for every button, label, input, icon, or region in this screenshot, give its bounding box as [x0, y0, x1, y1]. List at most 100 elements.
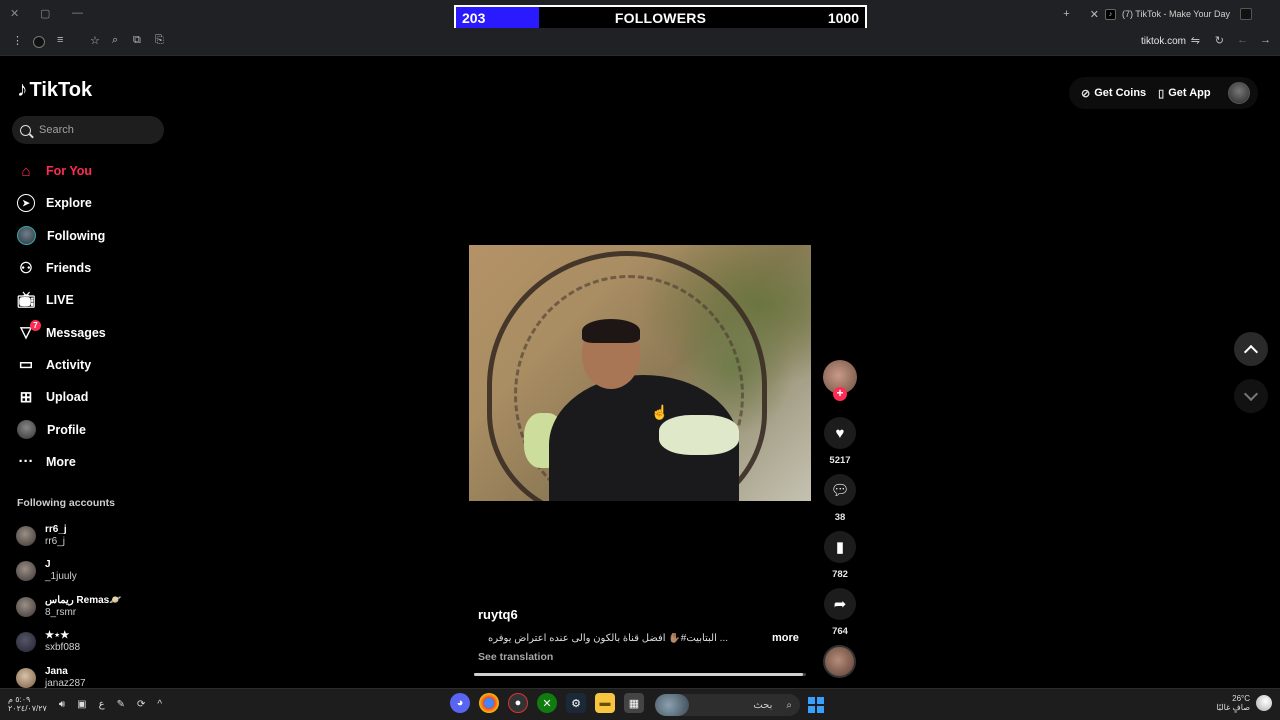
reload-icon[interactable]: ↻	[1215, 34, 1224, 47]
taskbar-search[interactable]: بحث ⌕	[655, 694, 800, 716]
sidebar-item-activity[interactable]: ▭ Activity	[17, 349, 167, 381]
video-progress-fill	[474, 673, 803, 676]
like-action[interactable]: ♥ 5217	[822, 417, 858, 466]
comment-action[interactable]: 💬︎ 38	[822, 474, 858, 523]
sidebar-item-upload[interactable]: ⊞ Upload	[17, 381, 167, 413]
video-progress-bar[interactable]	[474, 673, 806, 676]
avatar	[16, 525, 36, 546]
search-icon: ⌕	[786, 699, 792, 711]
search-input[interactable]	[39, 124, 149, 136]
video-player[interactable]	[469, 245, 811, 501]
zoom-icon[interactable]: ⌕	[112, 34, 118, 47]
maximize-icon[interactable]: ▢	[40, 7, 50, 20]
chevron-up-icon	[1243, 344, 1259, 359]
sidebar-item-label: LIVE	[46, 293, 74, 308]
back-icon[interactable]: →	[1260, 34, 1271, 46]
tab-close-icon[interactable]: ✕	[1090, 8, 1099, 21]
install-app-icon[interactable]: ⎘	[155, 34, 164, 47]
new-tab-icon[interactable]: +	[1063, 8, 1069, 20]
steam-icon[interactable]: ⚙	[566, 693, 586, 713]
site-settings-icon[interactable]: ⇋	[1191, 34, 1200, 47]
following-account-item[interactable]: rr6_j rr6_j	[16, 518, 166, 554]
clock-date: ٢٠٢٤/٠٧/٢٧	[8, 704, 47, 713]
profile-icon[interactable]	[33, 36, 45, 48]
volume-icon[interactable]: 🔊︎	[59, 699, 65, 710]
video-frame-hair	[582, 319, 640, 343]
sidebar-item-label: More	[46, 454, 76, 469]
address-bar[interactable]: tiktok.com	[1141, 36, 1186, 47]
bookmark-star-icon[interactable]: ☆	[90, 34, 100, 47]
forward-icon[interactable]: ←	[1237, 34, 1248, 46]
followers-goal: 1000	[827, 10, 859, 26]
sidebar-item-more[interactable]: ··· More	[17, 446, 167, 478]
tune-icon[interactable]: ≡	[57, 34, 63, 46]
tiktok-logo[interactable]: ♪ TikTok	[17, 78, 92, 102]
coin-icon: ⊘	[1081, 87, 1091, 100]
bookmark-icon[interactable]: ▮	[824, 531, 856, 563]
browser-tab[interactable]: + ✕ ♪ (7) TikTok - Make Your Day	[1063, 4, 1252, 24]
file-explorer-icon[interactable]: ▬	[595, 693, 615, 713]
obs-icon[interactable]: ●	[508, 693, 528, 713]
network-icon[interactable]: ▣	[77, 699, 86, 710]
weather-temp: 26°C	[1232, 694, 1250, 703]
clock[interactable]: ٥:٠٩ م ٢٠٢٤/٠٧/٢٧	[8, 695, 47, 713]
sidebar-item-live[interactable]: 📺︎ LIVE	[16, 284, 167, 316]
following-account-item[interactable]: ★⋆★ sxbf088	[16, 625, 166, 661]
store-icon[interactable]: ▦	[624, 693, 644, 713]
minimize-icon[interactable]: —	[72, 7, 83, 19]
share-icon[interactable]: ➦	[824, 588, 856, 620]
close-window-icon[interactable]: ✕	[10, 7, 19, 20]
get-coins-button[interactable]: ⊘ Get Coins	[1081, 87, 1146, 100]
sidebar-item-for-you[interactable]: ⌂ For You	[17, 155, 167, 187]
save-action[interactable]: ▮ 782	[822, 531, 858, 580]
screenshot-icon[interactable]: ⧉	[133, 34, 141, 47]
next-video-button[interactable]	[1234, 379, 1268, 413]
weather-widget[interactable]: 26°C صافٍ غالبًا	[1216, 694, 1272, 712]
sidebar-item-messages[interactable]: ▽ 7 Messages	[17, 316, 167, 348]
following-account-item[interactable]: J _1juuly	[16, 554, 166, 590]
sidebar-item-label: Explore	[46, 196, 92, 211]
user-avatar[interactable]	[1228, 82, 1250, 104]
following-account-item[interactable]: ريماس Remas🪐 8_rsmr	[16, 589, 166, 625]
heart-icon[interactable]: ♥	[824, 417, 856, 449]
show-hidden-icons[interactable]: ^	[157, 699, 162, 710]
comment-icon[interactable]: 💬︎	[824, 474, 856, 506]
share-action[interactable]: ➦ 764	[822, 588, 858, 637]
chrome-icon[interactable]	[479, 693, 499, 713]
account-name: J	[45, 559, 51, 571]
follow-plus-button[interactable]: +	[833, 387, 847, 401]
caption-more-button[interactable]: more	[772, 632, 799, 644]
sidebar-item-friends[interactable]: ⚇ Friends	[17, 252, 167, 284]
followers-goal-overlay: 203 FOLLOWERS 1000	[454, 5, 867, 30]
sync-icon[interactable]: ⟳	[137, 699, 145, 710]
sidebar-item-label: Messages	[46, 325, 106, 340]
music-disc-avatar[interactable]	[823, 645, 856, 678]
menu-dots-icon[interactable]: ⋮	[12, 34, 23, 47]
phone-icon: ▯	[1158, 87, 1165, 100]
get-app-button[interactable]: ▯ Get App	[1158, 87, 1210, 100]
previous-video-button[interactable]	[1234, 332, 1268, 366]
sidebar-item-following[interactable]: Following	[17, 220, 167, 252]
search-icon[interactable]	[20, 124, 31, 136]
discord-icon[interactable]: ◕	[450, 693, 470, 713]
tab-title: (7) TikTok - Make Your Day	[1121, 9, 1230, 19]
live-tv-icon: 📺︎	[16, 291, 36, 309]
home-icon: ⌂	[21, 162, 31, 180]
see-translation-link[interactable]: See translation	[478, 651, 553, 663]
avatar	[16, 632, 36, 653]
taskbar-apps: ◕ ● ✕ ⚙ ▬ ▦	[450, 693, 644, 713]
account-name: ريماس Remas🪐	[45, 594, 122, 606]
xbox-icon[interactable]: ✕	[537, 693, 557, 713]
start-button[interactable]	[808, 697, 824, 713]
sidebar-item-explore[interactable]: ➤ Explore	[17, 187, 167, 219]
share-count: 764	[832, 626, 848, 637]
chevron-down-icon	[1243, 386, 1259, 401]
account-handle: _1juuly	[45, 571, 77, 583]
video-username[interactable]: ruytq6	[478, 607, 518, 622]
search-box[interactable]	[12, 116, 164, 144]
pen-icon[interactable]: ✎	[117, 699, 125, 710]
windows-taskbar: ٥:٠٩ م ٢٠٢٤/٠٧/٢٧ 🔊︎ ▣ ع ✎ ⟳ ^ ◕ ● ✕ ⚙ ▬ …	[0, 688, 1280, 720]
language-indicator[interactable]: ع	[99, 699, 105, 710]
save-count: 782	[832, 569, 848, 580]
sidebar-item-profile[interactable]: Profile	[17, 413, 167, 445]
